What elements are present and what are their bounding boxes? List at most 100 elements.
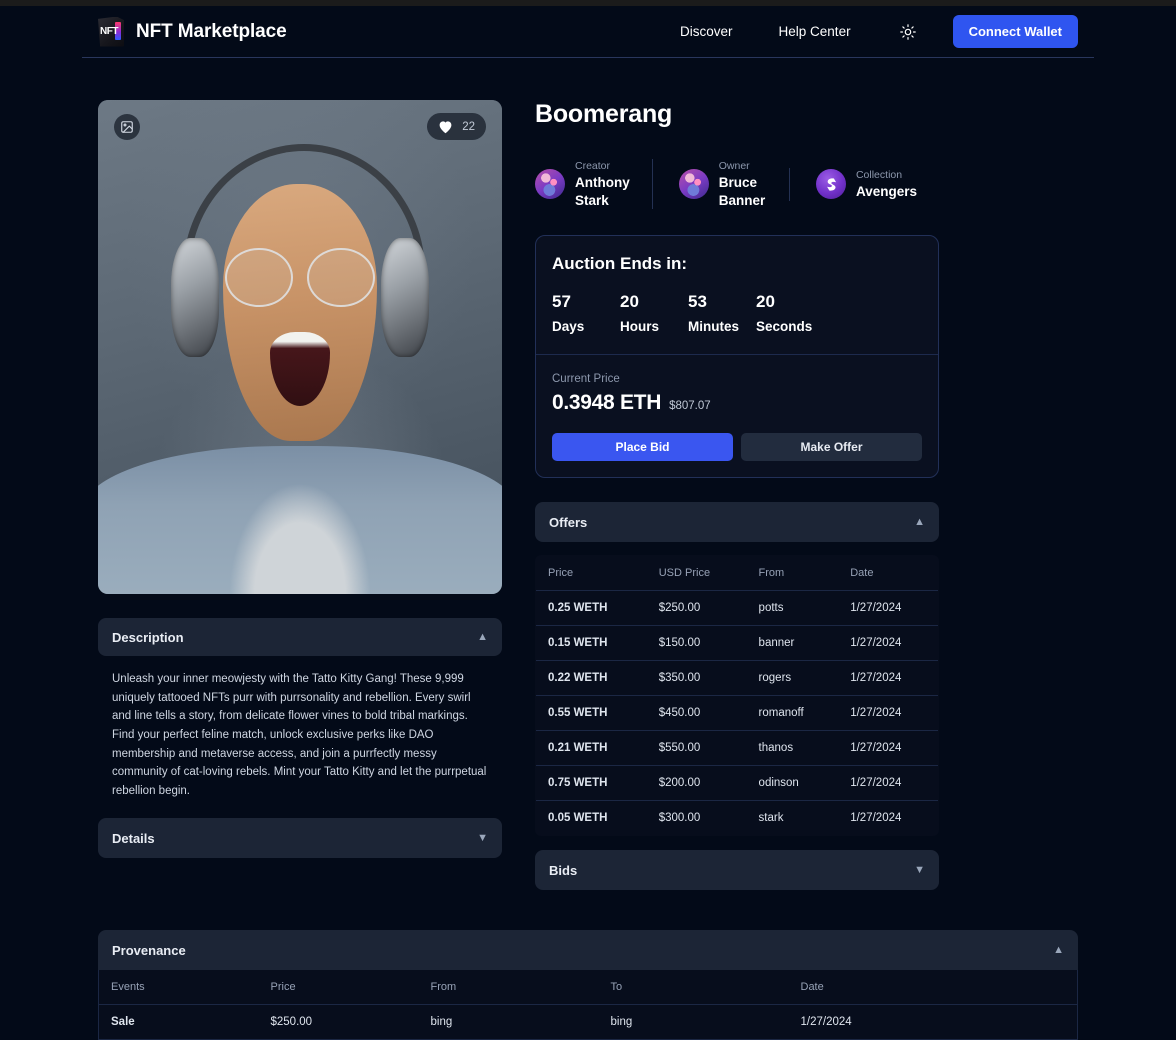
like-count: 22 (462, 120, 475, 133)
offer-usd: $550.00 (646, 730, 747, 767)
meta-owner[interactable]: Owner Bruce Banner (651, 159, 789, 210)
countdown-hours: 20 Hours (620, 292, 688, 334)
offer-price: 0.21 WETH (536, 730, 647, 767)
provenance-table: Events Price From To Date Sale $250.00 b… (98, 970, 1078, 1040)
place-bid-button[interactable]: Place Bid (552, 433, 733, 462)
offer-date: 1/27/2024 (838, 660, 938, 697)
countdown-minutes: 53 Minutes (688, 292, 756, 334)
chevron-down-icon: ▼ (477, 831, 488, 844)
offer-date: 1/27/2024 (850, 812, 902, 825)
price-usd: $807.07 (669, 400, 711, 413)
owner-label: Owner (718, 160, 750, 172)
provenance-header[interactable]: Provenance ▲ (98, 930, 1078, 971)
table-row[interactable]: 0.21 WETH $550.00 thanos 1/27/2024 (536, 730, 938, 767)
chevron-up-icon: ▲ (914, 515, 925, 528)
table-row[interactable]: 0.25 WETH $250.00 potts 1/27/2024 (536, 590, 938, 627)
nav-link-discover[interactable]: Discover (680, 24, 733, 39)
swirl-icon (827, 177, 837, 191)
sun-icon[interactable] (897, 21, 919, 43)
prov-col-events: Events (99, 970, 259, 1006)
description-body: Unleash your inner meowjesty with the Ta… (112, 673, 487, 797)
offer-from: potts (746, 590, 839, 627)
chevron-down-icon: ▼ (914, 863, 925, 876)
nft-logo-icon: NFT (98, 16, 124, 47)
offer-from: odinson (746, 765, 839, 802)
bids-header[interactable]: Bids ▼ (535, 850, 939, 891)
details-title: Details (112, 830, 155, 846)
countdown-minutes-value: 53 (688, 292, 707, 312)
auction-heading: Auction Ends in: (552, 254, 688, 274)
meta-collection[interactable]: Collection Avengers (788, 167, 939, 201)
heart-icon (439, 120, 452, 133)
nav-link-help-center[interactable]: Help Center (779, 24, 851, 39)
table-row[interactable]: 0.22 WETH $350.00 rogers 1/27/2024 (536, 660, 938, 697)
countdown-days-label: Days (552, 319, 585, 335)
collection-label: Collection (855, 168, 903, 181)
countdown-days-value: 57 (552, 292, 571, 312)
bids-section: Bids ▼ (535, 850, 939, 891)
countdown-hours-value: 20 (620, 292, 639, 312)
like-button[interactable]: 22 (427, 113, 486, 140)
current-price-label: Current Price (552, 373, 620, 386)
nft-meta-row: Creator Anthony Stark Owner Bruce Banner (535, 159, 939, 210)
offer-usd: $250.00 (646, 590, 747, 627)
brand[interactable]: NFT NFT Marketplace (98, 16, 287, 47)
site-header: NFT NFT Marketplace Discover Help Center… (0, 6, 1176, 58)
nft-image-card[interactable]: 22 (98, 100, 502, 594)
make-offer-button[interactable]: Make Offer (741, 433, 922, 462)
offer-price: 0.22 WETH (536, 660, 647, 697)
offer-usd: $150.00 (646, 625, 747, 662)
offer-usd: $350.00 (646, 660, 747, 697)
prov-col-date: Date (788, 970, 1077, 1006)
offer-date: 1/27/2024 (838, 730, 938, 767)
description-section: Description ▲ Unleash your inner meowjes… (98, 618, 502, 800)
main-nav: Discover Help Center Connect Wallet (680, 15, 1078, 48)
offers-title: Offers (549, 514, 588, 530)
creator-name: Anthony Stark (575, 175, 630, 208)
connect-wallet-button[interactable]: Connect Wallet (952, 15, 1078, 48)
table-row[interactable]: 0.55 WETH $450.00 romanoff 1/27/2024 (536, 695, 938, 732)
auction-panel: Auction Ends in: 57 Days 20 Hours 53 Min… (535, 235, 939, 479)
table-header-row: Events Price From To Date (99, 970, 1077, 1006)
nft-artwork (98, 100, 502, 594)
creator-avatar (535, 169, 565, 200)
offer-from: banner (746, 625, 839, 662)
prov-event: Sale (111, 1016, 135, 1029)
offers-col-price: Price (536, 556, 647, 592)
offer-usd: $450.00 (646, 695, 747, 732)
image-icon[interactable] (114, 114, 140, 140)
table-row[interactable]: 0.15 WETH $150.00 banner 1/27/2024 (536, 625, 938, 662)
countdown-timer: 57 Days 20 Hours 53 Minutes 20 Seconds (552, 292, 922, 334)
price-row: 0.3948 ETH $807.07 (552, 391, 922, 415)
bids-title: Bids (549, 862, 578, 878)
table-row[interactable]: 0.75 WETH $200.00 odinson 1/27/2024 (536, 765, 938, 802)
owner-name: Bruce Banner (718, 175, 766, 208)
table-row[interactable]: Sale $250.00 bing bing 1/27/2024 (99, 1005, 1077, 1040)
offer-price: 0.25 WETH (536, 590, 647, 627)
logo-text: NFT (100, 26, 118, 37)
price-eth: 0.3948 ETH (552, 391, 662, 415)
offer-price: 0.15 WETH (536, 625, 647, 662)
offers-col-from: From (746, 556, 839, 592)
offer-from: thanos (746, 730, 839, 767)
prov-date: 1/27/2024 (800, 1016, 852, 1029)
offer-from: rogers (746, 660, 839, 697)
offer-usd: $200.00 (646, 765, 747, 802)
right-column: Boomerang Creator Anthony Stark Owner Br… (535, 100, 939, 891)
details-section: Details ▼ (98, 818, 502, 859)
offer-price: 0.05 WETH (548, 812, 608, 825)
details-header[interactable]: Details ▼ (98, 818, 502, 859)
creator-label: Creator (575, 160, 611, 172)
prov-col-from: From (418, 970, 599, 1006)
offers-header[interactable]: Offers ▲ (535, 502, 939, 543)
description-header[interactable]: Description ▲ (98, 618, 502, 656)
table-row[interactable]: 0.05 WETH $300.00 stark 1/27/2024 (536, 801, 938, 836)
owner-avatar (678, 169, 709, 200)
meta-creator[interactable]: Creator Anthony Stark (535, 159, 652, 209)
prov-price: $250.00 (270, 1016, 313, 1029)
countdown-minutes-label: Minutes (688, 319, 740, 335)
provenance-section: Provenance ▲ Events Price From To Date S… (82, 930, 1094, 1040)
description-title: Description (112, 629, 184, 645)
countdown-seconds-label: Seconds (756, 319, 813, 335)
provenance-table-body: Sale $250.00 bing bing 1/27/2024 (99, 1005, 1077, 1040)
